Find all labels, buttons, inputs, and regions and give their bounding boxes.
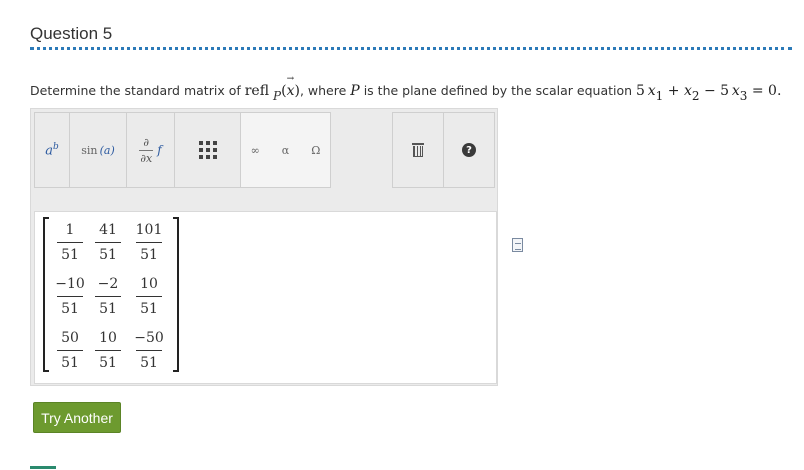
- matrix-left-bracket: [43, 217, 49, 372]
- math-editor: ab sin (a) ∂ ∂x f ∞ α Ω ? 151 41 51 101 …: [30, 108, 498, 386]
- infinity-button[interactable]: ∞: [251, 144, 260, 157]
- omega-button[interactable]: Ω: [311, 144, 320, 157]
- matrix-cell-2-1[interactable]: −10 51: [53, 269, 87, 323]
- partial-derivative-button[interactable]: ∂ ∂x f: [126, 112, 175, 188]
- alpha-button[interactable]: α: [282, 144, 289, 157]
- answer-input[interactable]: 1 51 41 51 101 51 −10 51 −2 51 10 51 50 51 10 51…: [34, 211, 497, 384]
- matrix-cell-1-1[interactable]: 1 51: [53, 215, 87, 269]
- clear-button[interactable]: [392, 112, 444, 188]
- superscript-button[interactable]: ab: [34, 112, 70, 188]
- matrix-icon: [198, 141, 217, 159]
- matrix-right-bracket: [173, 217, 179, 372]
- refl-subscript: P: [273, 89, 282, 103]
- question-title: Question 5: [30, 24, 113, 43]
- prompt-text: Determine the standard matrix of: [30, 83, 241, 98]
- matrix-cell-3-3[interactable]: −50 51: [129, 323, 169, 377]
- help-button[interactable]: ?: [443, 112, 495, 188]
- sin-label: sin (a): [81, 143, 115, 157]
- question-prompt: Determine the standard matrix of refl P(…: [30, 74, 782, 103]
- where-text: , where: [299, 83, 347, 98]
- bottom-accent-line: [30, 466, 56, 469]
- trash-icon: [412, 143, 424, 157]
- sin-button[interactable]: sin (a): [69, 112, 127, 188]
- superscript-icon: ab: [45, 141, 59, 159]
- matrix-button[interactable]: [174, 112, 241, 188]
- matrix-cell-3-2[interactable]: 10 51: [87, 323, 129, 377]
- note-icon[interactable]: [512, 238, 523, 252]
- plane-variable: P: [350, 83, 360, 99]
- math-toolbar: ab sin (a) ∂ ∂x f ∞ α Ω ?: [31, 109, 497, 211]
- matrix-cell-2-2[interactable]: −2 51: [87, 269, 129, 323]
- help-icon: ?: [462, 143, 476, 157]
- refl-operator: refl: [244, 83, 270, 99]
- equation: 5 x1 + x2 − 5 x3 = 0.: [636, 83, 782, 103]
- matrix-cell-3-1[interactable]: 50 51: [53, 323, 87, 377]
- matrix-cell-1-2[interactable]: 41 51: [87, 215, 129, 269]
- refl-argument: (x): [281, 74, 300, 99]
- symbols-group: ∞ α Ω: [240, 112, 331, 188]
- answer-matrix: 1 51 41 51 101 51 −10 51 −2 51 10 51 50 51 10 51…: [43, 215, 179, 372]
- title-divider: [30, 47, 792, 50]
- matrix-cell-2-3[interactable]: 10 51: [129, 269, 169, 323]
- matrix-cell-1-3[interactable]: 101 51: [129, 215, 169, 269]
- try-another-button[interactable]: Try Another: [33, 402, 121, 433]
- plane-text: is the plane defined by the scalar equat…: [363, 83, 633, 98]
- partial-derivative-icon: ∂ ∂x f: [139, 135, 162, 165]
